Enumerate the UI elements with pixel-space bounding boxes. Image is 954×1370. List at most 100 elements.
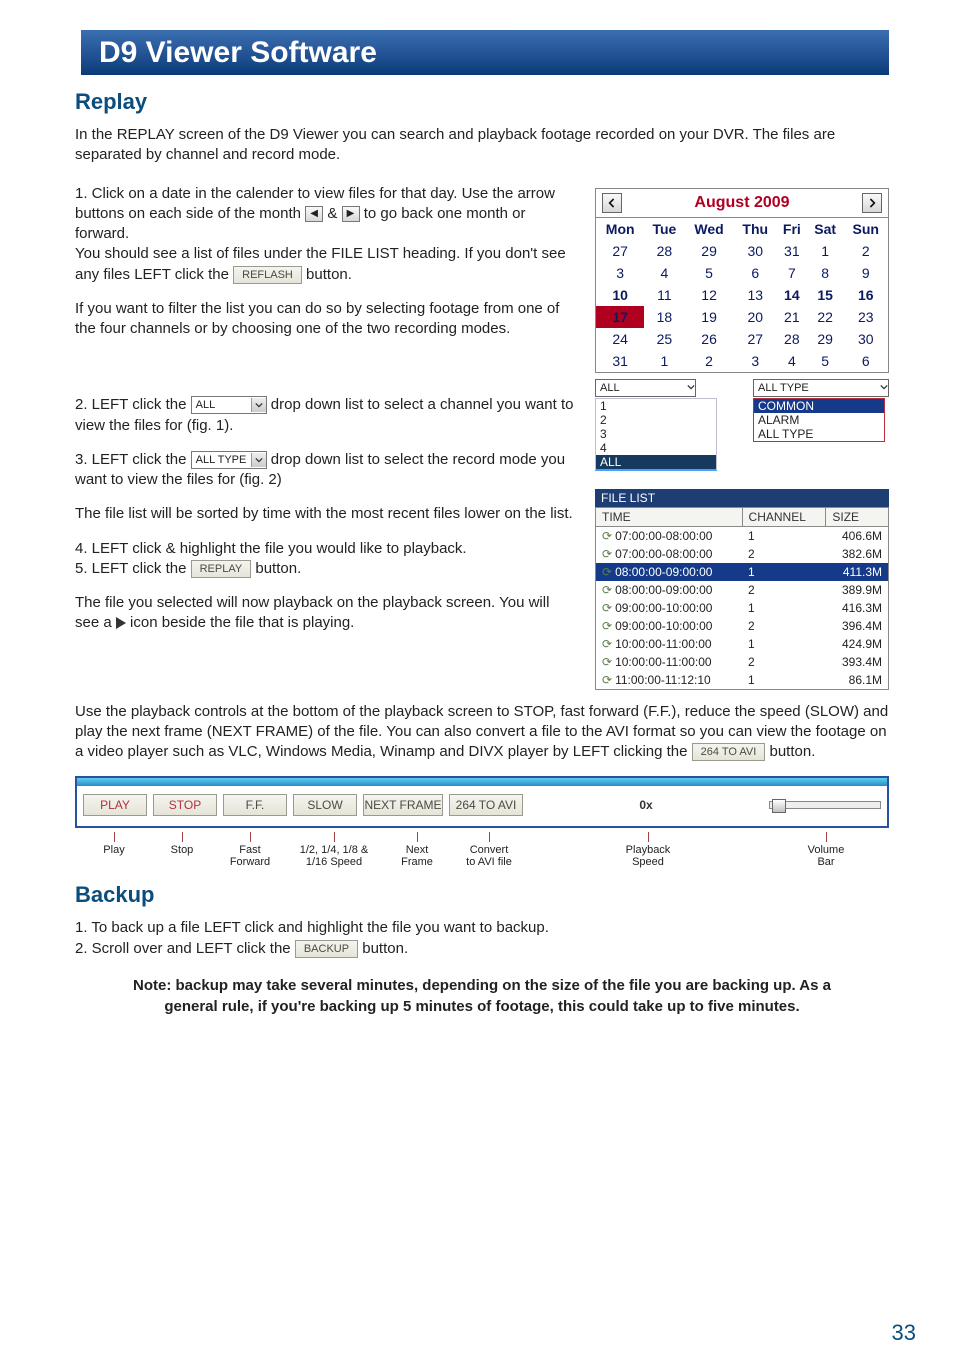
calendar-day[interactable]: 27 xyxy=(596,240,644,262)
calendar-day[interactable]: 23 xyxy=(844,306,889,328)
calendar-day[interactable]: 27 xyxy=(734,328,777,350)
replay-heading: Replay xyxy=(75,89,889,115)
next-month-icon[interactable]: ▶ xyxy=(342,206,360,222)
calendar-day[interactable]: 29 xyxy=(684,240,733,262)
calendar-day[interactable]: 17 xyxy=(596,306,644,328)
calendar-day[interactable]: 29 xyxy=(807,328,844,350)
calendar-day[interactable]: 5 xyxy=(807,350,844,372)
264-to-avi-button-inline[interactable]: 264 TO AVI xyxy=(692,743,766,761)
calendar-day[interactable]: 30 xyxy=(844,328,889,350)
calendar-day[interactable]: 6 xyxy=(844,350,889,372)
channel-option[interactable]: 1 xyxy=(596,399,716,413)
backup-heading: Backup xyxy=(75,882,889,908)
page-number: 33 xyxy=(892,1320,916,1346)
calendar-day[interactable]: 28 xyxy=(644,240,684,262)
cal-prev-button[interactable] xyxy=(602,193,622,213)
calendar-day[interactable]: 4 xyxy=(644,262,684,284)
page-title: D9 Viewer Software xyxy=(75,30,889,75)
calendar-day[interactable]: 3 xyxy=(734,350,777,372)
cal-dow: Fri xyxy=(777,218,807,240)
replay-p1b: & xyxy=(327,205,341,222)
calendar-day[interactable]: 20 xyxy=(734,306,777,328)
col-size: SIZE xyxy=(826,507,889,526)
calendar-day[interactable]: 19 xyxy=(684,306,733,328)
calendar-day[interactable]: 28 xyxy=(777,328,807,350)
calendar-day[interactable]: 22 xyxy=(807,306,844,328)
type-dropdown-label: ALL TYPE xyxy=(196,453,247,467)
calendar-day[interactable]: 25 xyxy=(644,328,684,350)
cap-slow: 1/2, 1/4, 1/8 & 1/16 Speed xyxy=(300,844,369,868)
file-row[interactable]: ⟳11:00:00-11:12:10186.1M xyxy=(596,671,889,690)
type-option-list[interactable]: COMMONALARMALL TYPE xyxy=(753,398,885,442)
replay-p3: If you want to filter the list you can d… xyxy=(75,299,575,340)
file-icon: ⟳ xyxy=(602,637,612,651)
calendar-day[interactable]: 2 xyxy=(844,240,889,262)
calendar-day[interactable]: 14 xyxy=(777,284,807,306)
file-row[interactable]: ⟳08:00:00-09:00:002389.9M xyxy=(596,581,889,599)
file-row[interactable]: ⟳10:00:00-11:00:001424.9M xyxy=(596,635,889,653)
calendar-day[interactable]: 1 xyxy=(807,240,844,262)
stop-button[interactable]: STOP xyxy=(153,794,217,816)
ff-button[interactable]: F.F. xyxy=(223,794,287,816)
replay-p5a: 3. LEFT click the xyxy=(75,451,191,468)
calendar-day[interactable]: 6 xyxy=(734,262,777,284)
calendar-day[interactable]: 12 xyxy=(684,284,733,306)
channel-dropdown-inline[interactable]: ALL xyxy=(191,396,267,414)
type-option[interactable]: ALL TYPE xyxy=(754,427,884,441)
channel-option[interactable]: 4 xyxy=(596,441,716,455)
calendar-day[interactable]: 13 xyxy=(734,284,777,306)
calendar-day[interactable]: 31 xyxy=(777,240,807,262)
channel-select[interactable]: ALL xyxy=(595,379,696,397)
file-icon: ⟳ xyxy=(602,655,612,669)
calendar-day[interactable]: 26 xyxy=(684,328,733,350)
calendar-day[interactable]: 11 xyxy=(644,284,684,306)
calendar-day[interactable]: 7 xyxy=(777,262,807,284)
calendar-day[interactable]: 18 xyxy=(644,306,684,328)
file-row[interactable]: ⟳07:00:00-08:00:001406.6M xyxy=(596,526,889,545)
calendar-day[interactable]: 8 xyxy=(807,262,844,284)
calendar-day[interactable]: 1 xyxy=(644,350,684,372)
channel-option[interactable]: 3 xyxy=(596,427,716,441)
calendar-day[interactable]: 3 xyxy=(596,262,644,284)
cal-next-button[interactable] xyxy=(862,193,882,213)
slow-button[interactable]: SLOW xyxy=(293,794,357,816)
play-button[interactable]: PLAY xyxy=(83,794,147,816)
backup-button[interactable]: BACKUP xyxy=(295,940,358,958)
calendar-day[interactable]: 24 xyxy=(596,328,644,350)
playback-bar: PLAY STOP F.F. SLOW NEXT FRAME 264 TO AV… xyxy=(75,776,889,828)
replay-p8b: button. xyxy=(255,560,301,577)
type-dropdown-inline[interactable]: ALL TYPE xyxy=(191,451,267,469)
replay-button[interactable]: REPLAY xyxy=(191,560,252,578)
prev-month-icon[interactable]: ◀ xyxy=(305,206,323,222)
calendar-day[interactable]: 30 xyxy=(734,240,777,262)
calendar-day[interactable]: 15 xyxy=(807,284,844,306)
col-channel: CHANNEL xyxy=(742,507,826,526)
calendar-day[interactable]: 16 xyxy=(844,284,889,306)
channel-option-list[interactable]: 1234ALL xyxy=(595,398,717,471)
264-to-avi-button[interactable]: 264 TO AVI xyxy=(449,794,523,816)
chevron-down-icon xyxy=(687,382,695,394)
file-row[interactable]: ⟳09:00:00-10:00:002396.4M xyxy=(596,617,889,635)
cal-dow: Thu xyxy=(734,218,777,240)
next-frame-button[interactable]: NEXT FRAME xyxy=(363,794,443,816)
file-row[interactable]: ⟳07:00:00-08:00:002382.6M xyxy=(596,545,889,563)
file-row[interactable]: ⟳08:00:00-09:00:001411.3M xyxy=(596,563,889,581)
type-option[interactable]: COMMON xyxy=(754,399,884,413)
reflash-button[interactable]: REFLASH xyxy=(233,266,302,284)
calendar-day[interactable]: 21 xyxy=(777,306,807,328)
file-icon: ⟳ xyxy=(602,529,612,543)
file-row[interactable]: ⟳10:00:00-11:00:002393.4M xyxy=(596,653,889,671)
type-select[interactable]: ALL TYPE xyxy=(753,379,889,397)
calendar-day[interactable]: 31 xyxy=(596,350,644,372)
calendar-day[interactable]: 2 xyxy=(684,350,733,372)
calendar-day[interactable]: 10 xyxy=(596,284,644,306)
calendar-day[interactable]: 9 xyxy=(844,262,889,284)
playback-speed-value: 0x xyxy=(529,798,763,812)
file-row[interactable]: ⟳09:00:00-10:00:001416.3M xyxy=(596,599,889,617)
calendar-day[interactable]: 4 xyxy=(777,350,807,372)
calendar-day[interactable]: 5 xyxy=(684,262,733,284)
channel-option[interactable]: 2 xyxy=(596,413,716,427)
type-option[interactable]: ALARM xyxy=(754,413,884,427)
volume-slider[interactable] xyxy=(769,801,881,809)
channel-option[interactable]: ALL xyxy=(596,455,716,469)
